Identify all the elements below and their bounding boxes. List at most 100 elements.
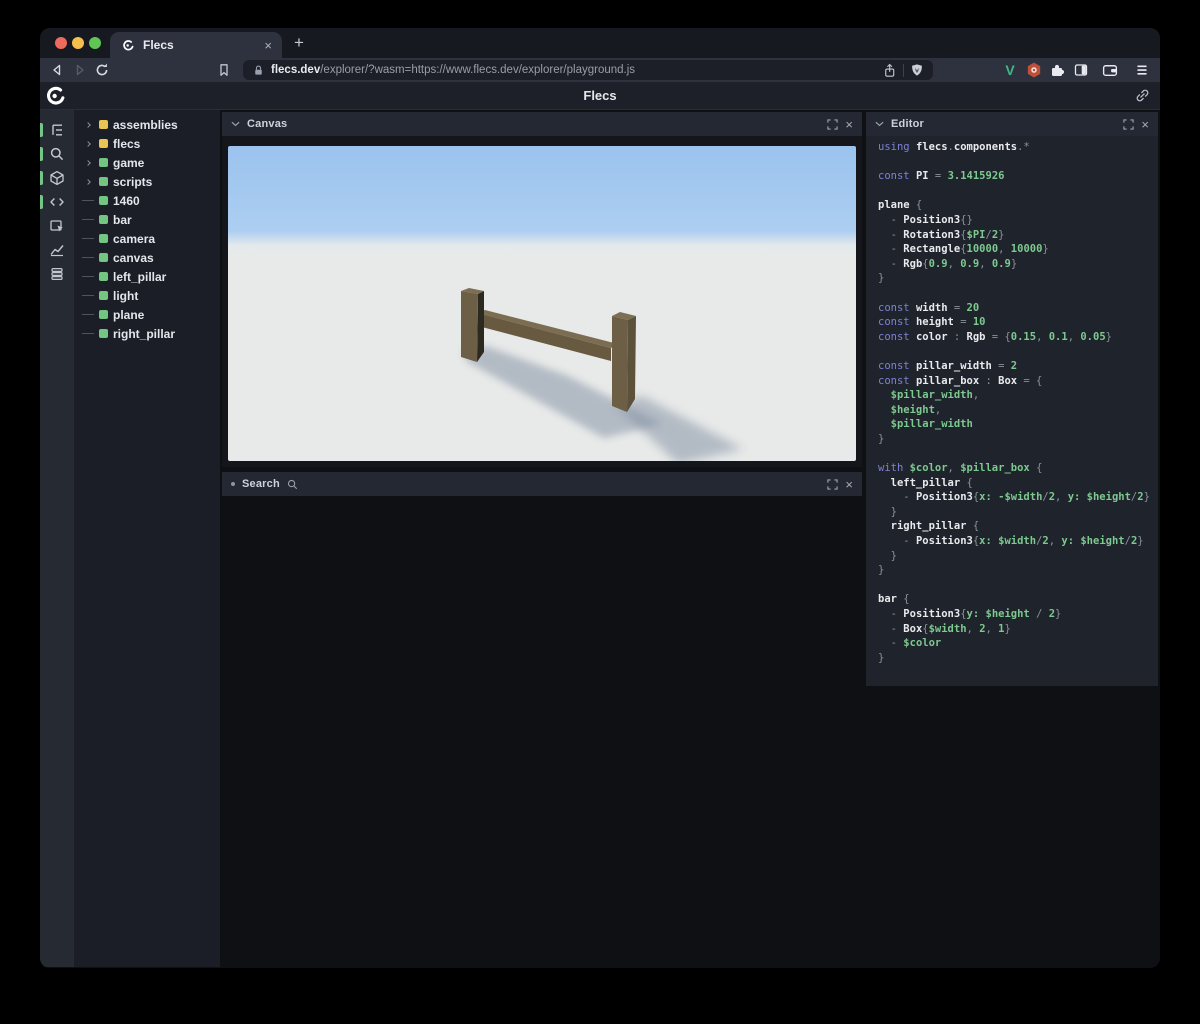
active-indicator bbox=[40, 147, 43, 161]
sky-and-ground bbox=[228, 146, 856, 461]
code-line: - Rgb{0.9, 0.9, 0.9} bbox=[878, 257, 1018, 270]
expand-chevron-icon[interactable] bbox=[81, 178, 94, 185]
entity-kind-dot bbox=[99, 329, 108, 338]
code-line: } bbox=[878, 549, 897, 562]
3d-viewport[interactable] bbox=[228, 146, 856, 461]
wallet-icon[interactable] bbox=[1102, 62, 1119, 79]
sidebar-item-editor[interactable] bbox=[40, 190, 74, 214]
editor-panel-header[interactable]: Editor × bbox=[866, 112, 1158, 136]
sidebar-item-inspector[interactable] bbox=[40, 214, 74, 238]
reload-icon[interactable] bbox=[94, 62, 110, 78]
window-minimize-button[interactable] bbox=[72, 37, 84, 49]
expand-chevron-icon[interactable] bbox=[81, 159, 94, 166]
leaf-dash-icon bbox=[81, 314, 94, 315]
close-icon[interactable]: × bbox=[1141, 118, 1149, 131]
entity-kind-dot bbox=[99, 139, 108, 148]
back-icon[interactable] bbox=[49, 62, 65, 78]
tree-item-canvas[interactable]: canvas bbox=[74, 248, 220, 267]
extension-hexagon-icon[interactable] bbox=[1026, 62, 1043, 79]
code-line: $height, bbox=[878, 403, 942, 416]
tree-item-label: left_pillar bbox=[113, 269, 167, 284]
canvas-panel-header[interactable]: Canvas × bbox=[222, 112, 862, 136]
menu-icon[interactable] bbox=[1135, 63, 1150, 78]
sidebar-item-entity-tree[interactable] bbox=[40, 118, 74, 142]
fullscreen-icon[interactable] bbox=[827, 478, 839, 490]
brave-shield-icon[interactable] bbox=[910, 63, 924, 77]
tree-item-label: flecs bbox=[113, 136, 141, 151]
tree-item-light[interactable]: light bbox=[74, 286, 220, 305]
inspect-icon bbox=[50, 220, 63, 232]
new-tab-button[interactable]: + bbox=[290, 33, 308, 53]
leaf-dash-icon bbox=[81, 295, 94, 296]
entity-kind-dot bbox=[99, 158, 108, 167]
fullscreen-icon[interactable] bbox=[827, 118, 839, 130]
active-indicator bbox=[40, 171, 43, 185]
editor-panel-title: Editor bbox=[891, 118, 924, 130]
left-pillar-side-face bbox=[477, 291, 484, 362]
expand-chevron-icon[interactable] bbox=[81, 140, 94, 147]
code-line: - Rectangle{10000, 10000} bbox=[878, 243, 1049, 256]
search-panel-header[interactable]: Search × bbox=[222, 472, 862, 496]
sidebar-item-search[interactable] bbox=[40, 142, 74, 166]
browser-tab[interactable]: Flecs × bbox=[110, 32, 282, 58]
window-zoom-button[interactable] bbox=[89, 37, 101, 49]
entity-kind-dot bbox=[99, 196, 108, 205]
leaf-dash-icon bbox=[81, 333, 94, 334]
share-icon[interactable] bbox=[882, 63, 897, 78]
code-editor[interactable]: using flecs.components.* const PI = 3.14… bbox=[866, 136, 1158, 666]
editor-panel: Editor × using flecs.components.* const … bbox=[866, 112, 1158, 686]
entity-kind-dot bbox=[99, 310, 108, 319]
app-header: Flecs bbox=[40, 82, 1160, 110]
sidebar-toggle-icon[interactable] bbox=[1073, 62, 1089, 78]
tree-item-bar[interactable]: bar bbox=[74, 210, 220, 229]
tab-close-icon[interactable]: × bbox=[264, 38, 272, 53]
search-icon bbox=[50, 147, 64, 161]
desktop: Flecs × + flecs.dev/explorer/?wasm=https… bbox=[0, 0, 1200, 1024]
tree-item-label: bar bbox=[113, 212, 132, 227]
tree-item-label: plane bbox=[113, 307, 145, 322]
bookmark-icon[interactable] bbox=[216, 62, 232, 78]
tree-item-scripts[interactable]: scripts bbox=[74, 172, 220, 191]
extensions-puzzle-icon[interactable] bbox=[1049, 62, 1065, 78]
left-pillar-front-face bbox=[461, 291, 478, 362]
browser-tab-bar: Flecs × + bbox=[40, 28, 1160, 58]
sidebar-item-statistics[interactable] bbox=[40, 238, 74, 262]
leaf-dash-icon bbox=[81, 276, 94, 277]
code-line: right_pillar { bbox=[878, 520, 980, 533]
code-line: const width = 20 bbox=[878, 301, 980, 314]
expand-chevron-icon[interactable] bbox=[81, 121, 94, 128]
leaf-dash-icon bbox=[81, 219, 94, 220]
entity-tree-icon bbox=[52, 124, 62, 136]
entity-kind-dot bbox=[99, 234, 108, 243]
fullscreen-icon[interactable] bbox=[1123, 118, 1135, 130]
leaf-dash-icon bbox=[81, 200, 94, 201]
sidebar-item-tables[interactable] bbox=[40, 262, 74, 286]
close-icon[interactable]: × bbox=[845, 118, 853, 131]
forward-icon[interactable] bbox=[72, 62, 88, 78]
close-icon[interactable]: × bbox=[845, 478, 853, 491]
tree-item-game[interactable]: game bbox=[74, 153, 220, 172]
tree-item-label: scripts bbox=[113, 174, 153, 189]
code-line: $pillar_width bbox=[878, 418, 973, 431]
tree-item-flecs[interactable]: flecs bbox=[74, 134, 220, 153]
tree-item-right_pillar[interactable]: right_pillar bbox=[74, 324, 220, 343]
tree-item-camera[interactable]: camera bbox=[74, 229, 220, 248]
code-line: - Position3{x: -$width/2, y: $height/2} bbox=[878, 491, 1150, 504]
address-bar[interactable]: flecs.dev/explorer/?wasm=https://www.fle… bbox=[243, 60, 933, 80]
vue-devtools-extension-icon[interactable]: V bbox=[1005, 62, 1014, 78]
tree-item-left_pillar[interactable]: left_pillar bbox=[74, 267, 220, 286]
tree-item-assemblies[interactable]: assemblies bbox=[74, 115, 220, 134]
app-content: assemblies flecs game scripts 1460 bar camera c… bbox=[40, 110, 1160, 967]
code-icon bbox=[50, 198, 64, 206]
tree-item-1460[interactable]: 1460 bbox=[74, 191, 220, 210]
tree-item-plane[interactable]: plane bbox=[74, 305, 220, 324]
code-line: const pillar_box : Box = { bbox=[878, 374, 1043, 387]
sidebar-item-canvas[interactable] bbox=[40, 166, 74, 190]
entity-kind-dot bbox=[99, 253, 108, 262]
entity-kind-dot bbox=[99, 215, 108, 224]
share-link-icon[interactable] bbox=[1135, 88, 1150, 103]
window-close-button[interactable] bbox=[55, 37, 67, 49]
code-line: } bbox=[878, 272, 885, 285]
canvas-panel-title: Canvas bbox=[247, 118, 288, 130]
